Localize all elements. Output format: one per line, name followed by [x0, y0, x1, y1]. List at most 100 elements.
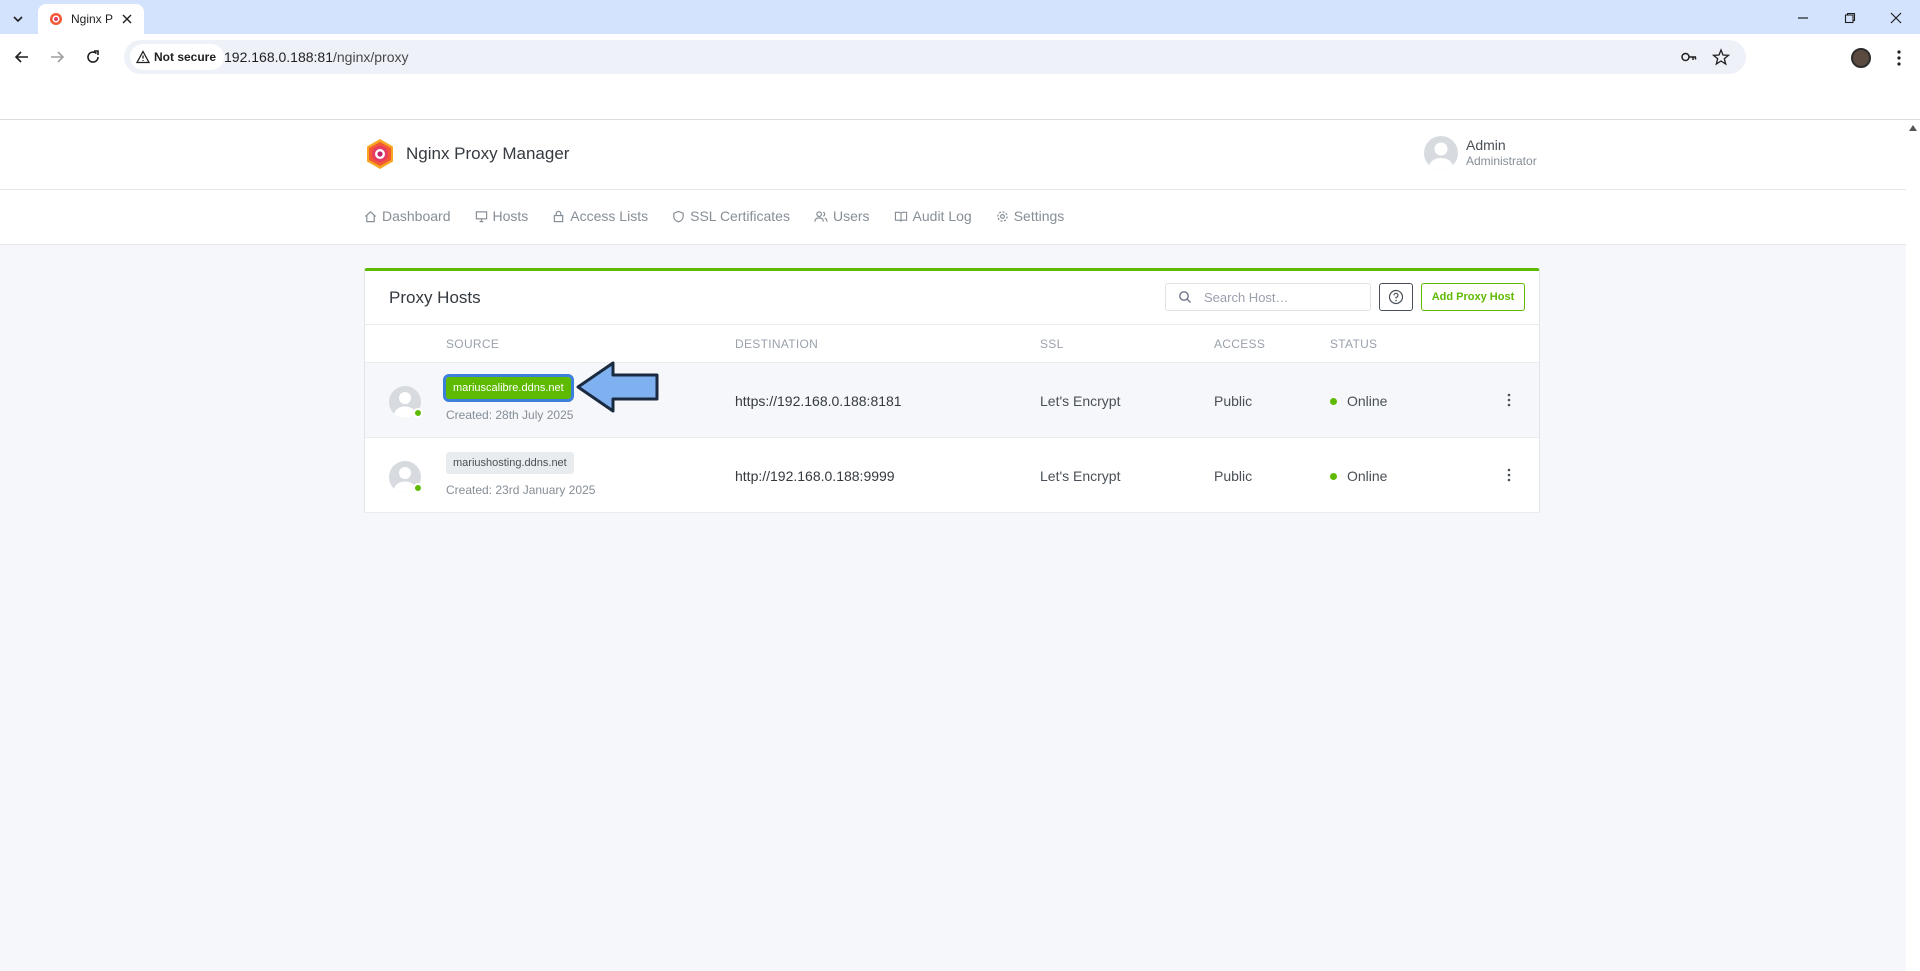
nav-audit-log[interactable]: Audit Log — [894, 208, 972, 224]
nav-users[interactable]: Users — [814, 208, 870, 224]
restore-button[interactable] — [1842, 10, 1858, 26]
search-input[interactable] — [1204, 288, 1364, 306]
domain-tag[interactable]: mariushosting.ddns.net — [446, 452, 574, 474]
table-header: SOURCE DESTINATION SSL ACCESS STATUS — [365, 325, 1539, 363]
card-title: Proxy Hosts — [389, 288, 481, 307]
user-silhouette-icon — [1429, 142, 1453, 170]
page-scrollbar[interactable] — [1906, 121, 1920, 971]
arrow-right-icon — [51, 51, 65, 63]
access-value: Public — [1214, 468, 1253, 484]
row-actions-button[interactable] — [1503, 391, 1515, 409]
bookmark-button[interactable] — [1712, 48, 1730, 66]
status-text: Online — [1347, 468, 1388, 484]
column-header-destination: DESTINATION — [735, 337, 819, 351]
browser-menu-button[interactable] — [1891, 48, 1907, 68]
brand-name: Nginx Proxy Manager — [406, 144, 570, 163]
column-header-status: STATUS — [1330, 337, 1378, 351]
reload-icon — [87, 50, 99, 63]
tab-search-button[interactable] — [8, 9, 28, 29]
nav-access-lists-label: Access Lists — [570, 208, 649, 224]
minimize-button[interactable] — [1795, 10, 1811, 26]
lock-icon — [554, 210, 564, 222]
annotation-arrow-icon — [576, 361, 659, 413]
url-text[interactable]: 192.168.0.188:81/nginx/proxy — [224, 49, 408, 65]
more-vertical-icon — [1897, 50, 1901, 66]
tab-close-button[interactable] — [120, 12, 134, 26]
online-indicator — [413, 483, 423, 493]
shield-icon — [673, 210, 684, 223]
created-date: Created: 28th July 2025 — [446, 408, 574, 422]
site-info-chip[interactable]: Not secure — [130, 44, 225, 70]
search-icon — [1179, 291, 1191, 303]
main-nav: Dashboard Hosts Access Lists SSL Certifi… — [0, 190, 1906, 245]
status-badge: Online — [1330, 468, 1387, 484]
add-proxy-host-button[interactable]: Add Proxy Host — [1421, 283, 1525, 311]
back-button[interactable] — [11, 46, 33, 68]
nav-access-lists[interactable]: Access Lists — [552, 208, 648, 224]
close-window-button[interactable] — [1888, 10, 1904, 26]
bookmarks-area — [0, 84, 1920, 120]
table-row[interactable]: mariuscalibre.ddns.net Created: 28th Jul… — [365, 363, 1539, 438]
nav-settings[interactable]: Settings — [996, 208, 1064, 224]
star-icon — [1712, 48, 1730, 66]
more-vertical-icon — [1507, 468, 1511, 482]
destination: https://192.168.0.188:8181 — [735, 393, 902, 409]
access-value: Public — [1214, 393, 1253, 409]
browser-toolbar: Not secure 192.168.0.188:81/nginx/proxy — [0, 34, 1920, 84]
destination: http://192.168.0.188:9999 — [735, 468, 895, 484]
column-header-ssl: SSL — [1040, 337, 1064, 351]
created-date: Created: 23rd January 2025 — [446, 483, 596, 497]
minimize-icon — [1798, 17, 1808, 19]
profile-avatar[interactable] — [1851, 48, 1871, 68]
status-dot — [1330, 472, 1337, 480]
nginx-proxy-manager-logo-icon — [367, 139, 393, 169]
chevron-down-icon — [13, 16, 23, 23]
online-indicator — [413, 408, 423, 418]
table-row[interactable]: mariushosting.ddns.net Created: 23rd Jan… — [365, 438, 1539, 513]
browser-tab[interactable]: Nginx P — [38, 4, 144, 34]
nav-users-label: Users — [832, 208, 870, 224]
gear-icon — [996, 210, 1008, 222]
page-viewport: Nginx Proxy Manager Admin Administrator … — [0, 121, 1906, 971]
status-badge: Online — [1330, 393, 1387, 409]
forward-button[interactable] — [46, 46, 68, 68]
help-circle-icon — [1388, 289, 1404, 305]
url-path: /nginx/proxy — [333, 49, 409, 65]
avatar — [1424, 136, 1458, 170]
address-bar[interactable]: Not secure 192.168.0.188:81/nginx/proxy — [124, 40, 1746, 74]
nav-dashboard-label: Dashboard — [382, 208, 451, 224]
password-key-button[interactable] — [1680, 48, 1698, 66]
ssl-value: Let's Encrypt — [1040, 468, 1121, 484]
tab-title: Nginx P — [71, 12, 114, 26]
ssl-value: Let's Encrypt — [1040, 393, 1121, 409]
nav-hosts[interactable]: Hosts — [475, 208, 528, 224]
help-button[interactable] — [1379, 283, 1413, 311]
user-role: Administrator — [1466, 154, 1537, 168]
user-name: Admin — [1466, 137, 1506, 153]
close-icon — [122, 14, 132, 24]
nav-dashboard[interactable]: Dashboard — [364, 208, 451, 224]
reload-button[interactable] — [82, 46, 104, 68]
nav-audit-log-label: Audit Log — [912, 208, 972, 224]
scroll-up-arrow-icon[interactable] — [1909, 125, 1917, 131]
key-icon — [1681, 52, 1697, 62]
arrow-left-icon — [14, 51, 28, 63]
more-vertical-icon — [1507, 393, 1511, 407]
app-header: Nginx Proxy Manager Admin Administrator — [0, 121, 1906, 190]
nav-ssl-label: SSL Certificates — [690, 208, 790, 224]
card-header: Proxy Hosts Add Proxy Host — [365, 271, 1539, 325]
book-icon — [894, 211, 907, 222]
nav-ssl-certificates[interactable]: SSL Certificates — [672, 208, 790, 224]
warning-triangle-icon — [136, 50, 150, 64]
brand[interactable]: Nginx Proxy Manager — [364, 138, 569, 170]
user-menu[interactable]: Admin Administrator — [1424, 136, 1537, 170]
status-dot — [1330, 397, 1337, 405]
column-header-access: ACCESS — [1214, 337, 1266, 351]
status-text: Online — [1347, 393, 1388, 409]
users-icon — [814, 210, 828, 222]
proxy-hosts-card: Proxy Hosts Add Proxy Host SOURCE DESTIN… — [364, 268, 1540, 513]
home-icon — [364, 210, 377, 222]
row-actions-button[interactable] — [1503, 466, 1515, 484]
domain-tag[interactable]: mariuscalibre.ddns.net — [443, 374, 574, 402]
browser-tabstrip: Nginx P — [0, 0, 1920, 34]
